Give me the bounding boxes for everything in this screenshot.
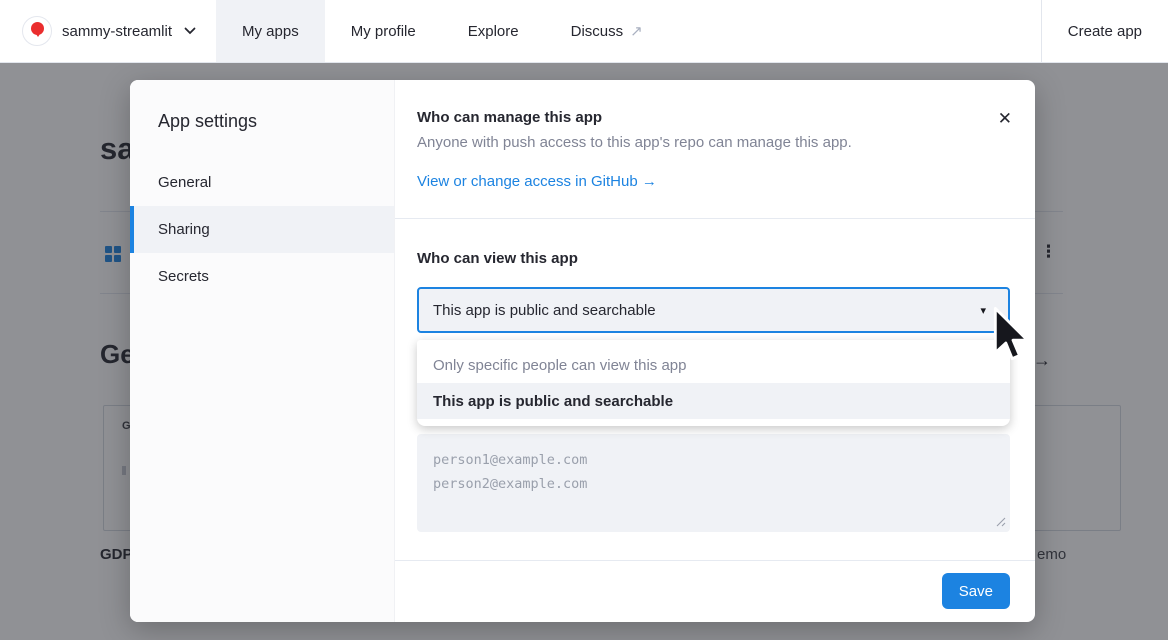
viewer-access-dropdown: Only specific people can view this app T… — [417, 340, 1010, 426]
viewer-access-select[interactable]: This app is public and searchable ▾ — [417, 287, 1010, 333]
sharing-panel: ✕ Who can manage this app Anyone with pu… — [395, 80, 1035, 622]
tab-my-apps[interactable]: My apps — [216, 0, 325, 62]
sidebar-item-general[interactable]: General — [130, 159, 394, 206]
caret-down-icon: ▾ — [980, 304, 986, 317]
create-app-button[interactable]: Create app — [1041, 0, 1168, 62]
streamlit-balloon-logo — [22, 16, 52, 46]
dropdown-option-specific-people[interactable]: Only specific people can view this app — [417, 347, 1010, 383]
nav-tabs: My apps My profile Explore Discuss ↗ — [216, 0, 669, 62]
save-button[interactable]: Save — [942, 573, 1010, 609]
settings-sidebar: App settings General Sharing Secrets — [130, 80, 395, 622]
workspace-switcher[interactable]: sammy-streamlit — [0, 0, 216, 62]
tab-my-profile[interactable]: My profile — [325, 0, 442, 62]
external-link-icon: ↗ — [630, 22, 643, 40]
top-navbar: sammy-streamlit My apps My profile Explo… — [0, 0, 1168, 63]
workspace-name: sammy-streamlit — [62, 23, 172, 40]
tab-discuss[interactable]: Discuss ↗ — [545, 0, 669, 62]
sidebar-item-secrets[interactable]: Secrets — [130, 253, 394, 300]
view-section-heading: Who can view this app — [417, 219, 1010, 267]
tab-explore[interactable]: Explore — [442, 0, 545, 62]
close-icon[interactable]: ✕ — [998, 110, 1012, 127]
github-access-link[interactable]: View or change access in GitHub → — [417, 173, 657, 190]
dialog-title: App settings — [130, 80, 394, 159]
viewer-emails-input[interactable] — [417, 434, 1010, 532]
app-settings-dialog: App settings General Sharing Secrets ✕ W… — [130, 80, 1035, 622]
dropdown-option-public-searchable[interactable]: This app is public and searchable — [417, 383, 1010, 419]
chevron-down-icon — [184, 27, 196, 35]
manage-section-heading: Who can manage this app — [417, 80, 1010, 126]
manage-section-description: Anyone with push access to this app's re… — [417, 134, 1010, 151]
sidebar-item-sharing[interactable]: Sharing — [130, 206, 394, 253]
selected-option-label: This app is public and searchable — [433, 302, 656, 319]
